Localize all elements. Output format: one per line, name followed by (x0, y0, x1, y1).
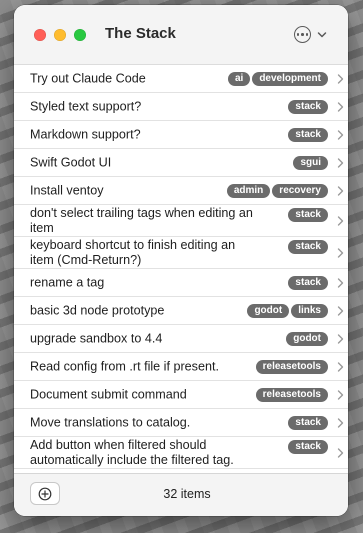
close-button[interactable] (34, 29, 46, 41)
item-tags: releasetools (255, 359, 328, 374)
footer-bar: 32 items (14, 473, 348, 516)
tag-badge[interactable]: sgui (293, 155, 328, 170)
item-tags: ai development (227, 71, 328, 86)
window-title: The Stack (105, 25, 176, 42)
tag-badge[interactable]: links (291, 303, 328, 318)
chevron-right-icon[interactable] (337, 215, 344, 226)
chevron-right-icon[interactable] (337, 101, 344, 112)
item-tags: stack (288, 240, 328, 254)
chevron-down-icon[interactable] (317, 31, 327, 39)
item-text: basic 3d node prototype (30, 303, 165, 317)
chevron-right-icon[interactable] (337, 277, 344, 288)
chevron-right-icon[interactable] (337, 247, 344, 258)
chevron-right-icon[interactable] (337, 73, 344, 84)
chevron-right-icon[interactable] (337, 333, 344, 344)
list-item[interactable]: basic 3d node prototype godot links (14, 297, 348, 325)
chevron-right-icon[interactable] (337, 361, 344, 372)
chevron-right-icon[interactable] (337, 417, 344, 428)
item-text: don't select trailing tags when editing … (30, 205, 253, 235)
app-window: The Stack Try out Claude Code ai developme… (14, 5, 348, 516)
tag-badge[interactable]: recovery (272, 183, 328, 198)
list-item[interactable]: Add button when filtered should automati… (14, 437, 348, 469)
item-text: rename a tag (30, 275, 105, 289)
item-text: Install ventoy (30, 183, 104, 197)
minimize-button[interactable] (54, 29, 66, 41)
chevron-right-icon[interactable] (337, 185, 344, 196)
tag-badge[interactable]: development (252, 71, 328, 86)
chevron-right-icon[interactable] (337, 157, 344, 168)
title-bar: The Stack (14, 5, 348, 65)
list-item[interactable]: keyboard shortcut to finish editing an i… (14, 237, 348, 269)
tag-badge[interactable]: stack (288, 208, 328, 222)
item-count: 32 items (163, 487, 211, 501)
chevron-right-icon[interactable] (337, 305, 344, 316)
item-tags: godot (286, 331, 328, 346)
item-tags: stack (288, 275, 328, 290)
item-text: Swift Godot UI (30, 155, 112, 169)
item-tags: stack (288, 440, 328, 454)
item-text: Move translations to catalog. (30, 415, 191, 429)
more-options-icon[interactable] (294, 26, 311, 43)
item-text: Try out Claude Code (30, 71, 146, 85)
list-item[interactable]: Move translations to catalog. stack (14, 409, 348, 437)
tag-badge[interactable]: releasetools (255, 387, 328, 402)
list-item[interactable]: Markdown support? stack (14, 121, 348, 149)
tag-badge[interactable]: stack (288, 99, 328, 114)
item-text: keyboard shortcut to finish editing an i… (30, 237, 236, 267)
item-tags: sgui (293, 155, 328, 170)
item-text: Markdown support? (30, 127, 141, 141)
tag-badge[interactable]: admin (226, 183, 271, 198)
tag-badge[interactable]: godot (286, 331, 328, 346)
zoom-button[interactable] (74, 29, 86, 41)
item-text: Add button when filtered should automati… (30, 437, 234, 467)
list-item[interactable]: upgrade sandbox to 4.4 godot (14, 325, 348, 353)
item-tags: stack (288, 99, 328, 114)
tag-badge[interactable]: releasetools (255, 359, 328, 374)
tag-badge[interactable]: stack (288, 127, 328, 142)
item-text: Read config from .rt file if present. (30, 359, 219, 373)
chevron-right-icon[interactable] (337, 389, 344, 400)
item-tags: stack (288, 127, 328, 142)
list-item[interactable]: rename a tag stack (14, 269, 348, 297)
list-item[interactable]: Install ventoy admin recovery (14, 177, 348, 205)
item-tags: stack (288, 208, 328, 222)
list-item[interactable]: Read config from .rt file if present. rel… (14, 353, 348, 381)
tag-badge[interactable]: stack (288, 440, 328, 454)
item-tags: godot links (247, 303, 328, 318)
tag-badge[interactable]: stack (288, 240, 328, 254)
item-list: Try out Claude Code ai development Styled t… (14, 65, 348, 474)
tag-badge[interactable]: ai (227, 71, 251, 86)
tag-badge[interactable]: godot (247, 303, 290, 318)
list-item[interactable]: Swift Godot UI sgui (14, 149, 348, 177)
item-text: Document submit command (30, 387, 187, 401)
item-text: upgrade sandbox to 4.4 (30, 331, 163, 345)
tag-badge[interactable]: stack (288, 275, 328, 290)
list-item[interactable]: don't select trailing tags when editing … (14, 205, 348, 237)
chevron-right-icon[interactable] (337, 129, 344, 140)
list-item[interactable]: Try out Claude Code ai development (14, 65, 348, 93)
item-tags: admin recovery (226, 183, 328, 198)
list-item[interactable]: Styled text support? stack (14, 93, 348, 121)
tag-badge[interactable]: stack (288, 415, 328, 430)
item-tags: stack (288, 415, 328, 430)
list-item[interactable]: Document submit command releasetools (14, 381, 348, 409)
chevron-right-icon[interactable] (337, 447, 344, 458)
item-tags: releasetools (255, 387, 328, 402)
item-text: Styled text support? (30, 99, 142, 113)
